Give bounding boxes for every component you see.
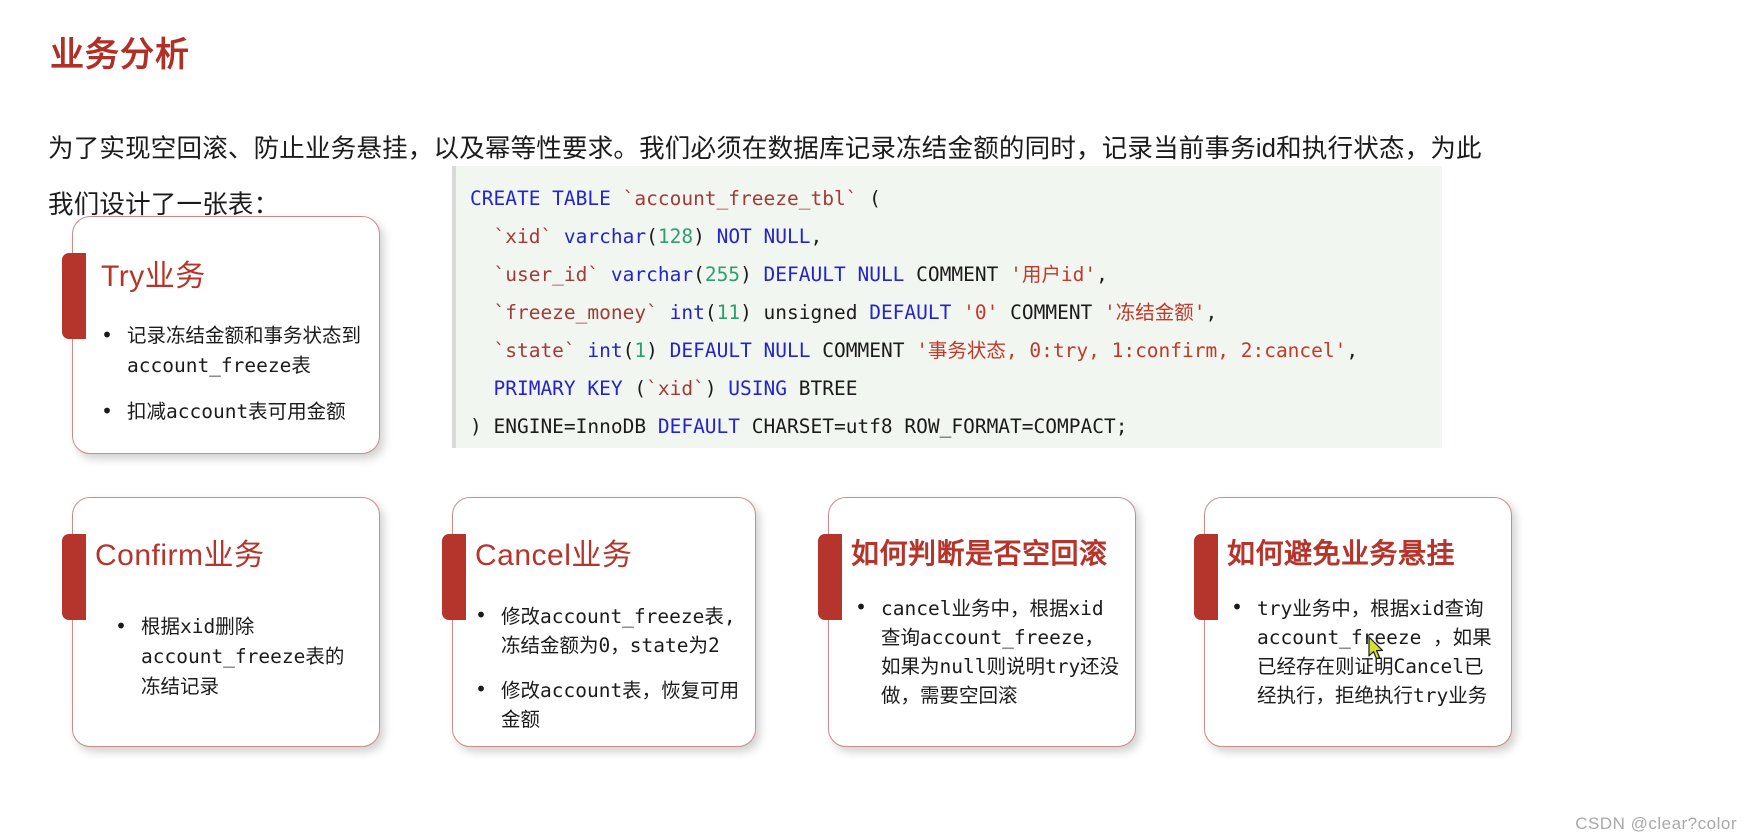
sql-line: `xid` varchar(128) NOT NULL, <box>493 225 823 248</box>
bullet-item: 扣减account表可用金额 <box>97 396 361 427</box>
card-hanging-bullets: try业务中，根据xid查询 account_freeze ，如果 已经存在则证… <box>1227 593 1505 710</box>
page-title: 业务分析 <box>50 35 190 74</box>
card-try-title: Try业务 <box>101 260 206 293</box>
card-empty-rollback: 如何判断是否空回滚 cancel业务中，根据xid 查询account_free… <box>818 497 1136 747</box>
bullet-item: 根据xid删除 account_freeze表的 冻结记录 <box>111 611 365 702</box>
card-confirm: Confirm业务 根据xid删除 account_freeze表的 冻结记录 <box>62 497 380 747</box>
card-hanging-title: 如何避免业务悬挂 <box>1227 538 1456 569</box>
sql-line: CREATE TABLE `account_freeze_tbl` ( <box>470 187 881 210</box>
card-accent-tab <box>62 534 86 620</box>
card-try-bullets: 记录冻结金额和事务状态到 account_freeze表扣减account表可用… <box>97 320 361 427</box>
bullet-item: try业务中，根据xid查询 account_freeze ，如果 已经存在则证… <box>1227 593 1505 710</box>
card-accent-tab <box>62 253 86 339</box>
card-accent-tab <box>818 534 842 620</box>
sql-line: `freeze_money` int(11) unsigned DEFAULT … <box>493 301 1218 324</box>
card-accent-tab <box>1194 534 1218 620</box>
card-empty-rollback-bullets: cancel业务中，根据xid 查询account_freeze， 如果为nul… <box>851 593 1125 710</box>
card-cancel: Cancel业务 修改account_freeze表, 冻结金额为0，state… <box>442 497 756 747</box>
sql-line: `user_id` varchar(255) DEFAULT NULL COMM… <box>493 263 1108 286</box>
bullet-item: cancel业务中，根据xid 查询account_freeze， 如果为nul… <box>851 593 1125 710</box>
sql-line: `state` int(1) DEFAULT NULL COMMENT '事务状… <box>493 339 1359 362</box>
sql-line: ) ENGINE=InnoDB DEFAULT CHARSET=utf8 ROW… <box>470 415 1128 438</box>
card-empty-rollback-title: 如何判断是否空回滚 <box>851 538 1108 569</box>
bullet-item: 修改account表，恢复可用 金额 <box>471 675 745 734</box>
card-confirm-title: Confirm业务 <box>95 539 265 572</box>
sql-code-block: CREATE TABLE `account_freeze_tbl` ( `xid… <box>452 166 1442 448</box>
bullet-item: 记录冻结金额和事务状态到 account_freeze表 <box>97 320 361 381</box>
card-hanging: 如何避免业务悬挂 try业务中，根据xid查询 account_freeze ，… <box>1194 497 1512 747</box>
card-cancel-bullets: 修改account_freeze表, 冻结金额为0，state为2 修改accou… <box>471 601 745 734</box>
card-confirm-bullets: 根据xid删除 account_freeze表的 冻结记录 <box>111 611 365 702</box>
watermark: CSDN @clear?color <box>1575 814 1737 833</box>
bullet-item: 修改account_freeze表, 冻结金额为0，state为2 <box>471 601 745 660</box>
card-try: Try业务 记录冻结金额和事务状态到 account_freeze表扣减acco… <box>62 216 380 454</box>
card-accent-tab <box>442 534 466 620</box>
card-cancel-title: Cancel业务 <box>475 539 633 572</box>
sql-line: PRIMARY KEY (`xid`) USING BTREE <box>493 377 858 400</box>
